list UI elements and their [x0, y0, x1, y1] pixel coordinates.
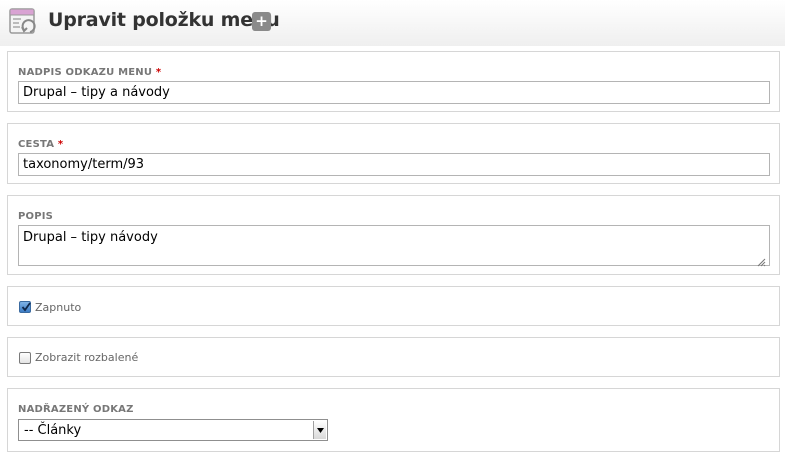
expanded-field-wrapper: Zobrazit rozbalené [7, 337, 780, 377]
expanded-checkbox[interactable] [19, 352, 31, 364]
link-title-label: NADPIS ODKAZU MENU * [18, 67, 162, 78]
description-textarea[interactable]: Drupal – tipy návody [18, 225, 770, 266]
parent-select[interactable]: -- Články [18, 419, 328, 441]
enabled-label: Zapnuto [35, 301, 82, 314]
page-title: Upravit položku menu [48, 9, 280, 31]
required-marker: * [57, 139, 64, 150]
path-input[interactable] [18, 153, 770, 176]
expanded-label: Zobrazit rozbalené [35, 351, 139, 364]
description-label: POPIS [18, 211, 54, 222]
parent-field-wrapper: NADŘAZENÝ ODKAZ -- Články [7, 388, 780, 452]
menu-edit-icon [9, 7, 36, 36]
plus-icon: + [255, 12, 268, 30]
link-title-input[interactable] [18, 81, 770, 104]
link-title-field-wrapper: NADPIS ODKAZU MENU * [7, 51, 780, 112]
description-field-wrapper: POPIS Drupal – tipy návody [7, 195, 780, 275]
resize-grip-icon[interactable] [757, 252, 766, 267]
enabled-checkbox[interactable] [19, 301, 31, 313]
enabled-field-wrapper: Zapnuto [7, 286, 780, 326]
chevron-down-icon [313, 421, 326, 439]
checkmark-icon [21, 302, 31, 312]
parent-select-value: -- Články [24, 423, 82, 438]
add-shortcut-button[interactable]: + [252, 12, 271, 31]
required-marker: * [155, 67, 162, 78]
path-field-wrapper: CESTA * [7, 123, 780, 184]
parent-label: NADŘAZENÝ ODKAZ [18, 404, 134, 415]
path-label: CESTA * [18, 139, 64, 150]
page-header: Upravit položku menu + [0, 0, 785, 46]
